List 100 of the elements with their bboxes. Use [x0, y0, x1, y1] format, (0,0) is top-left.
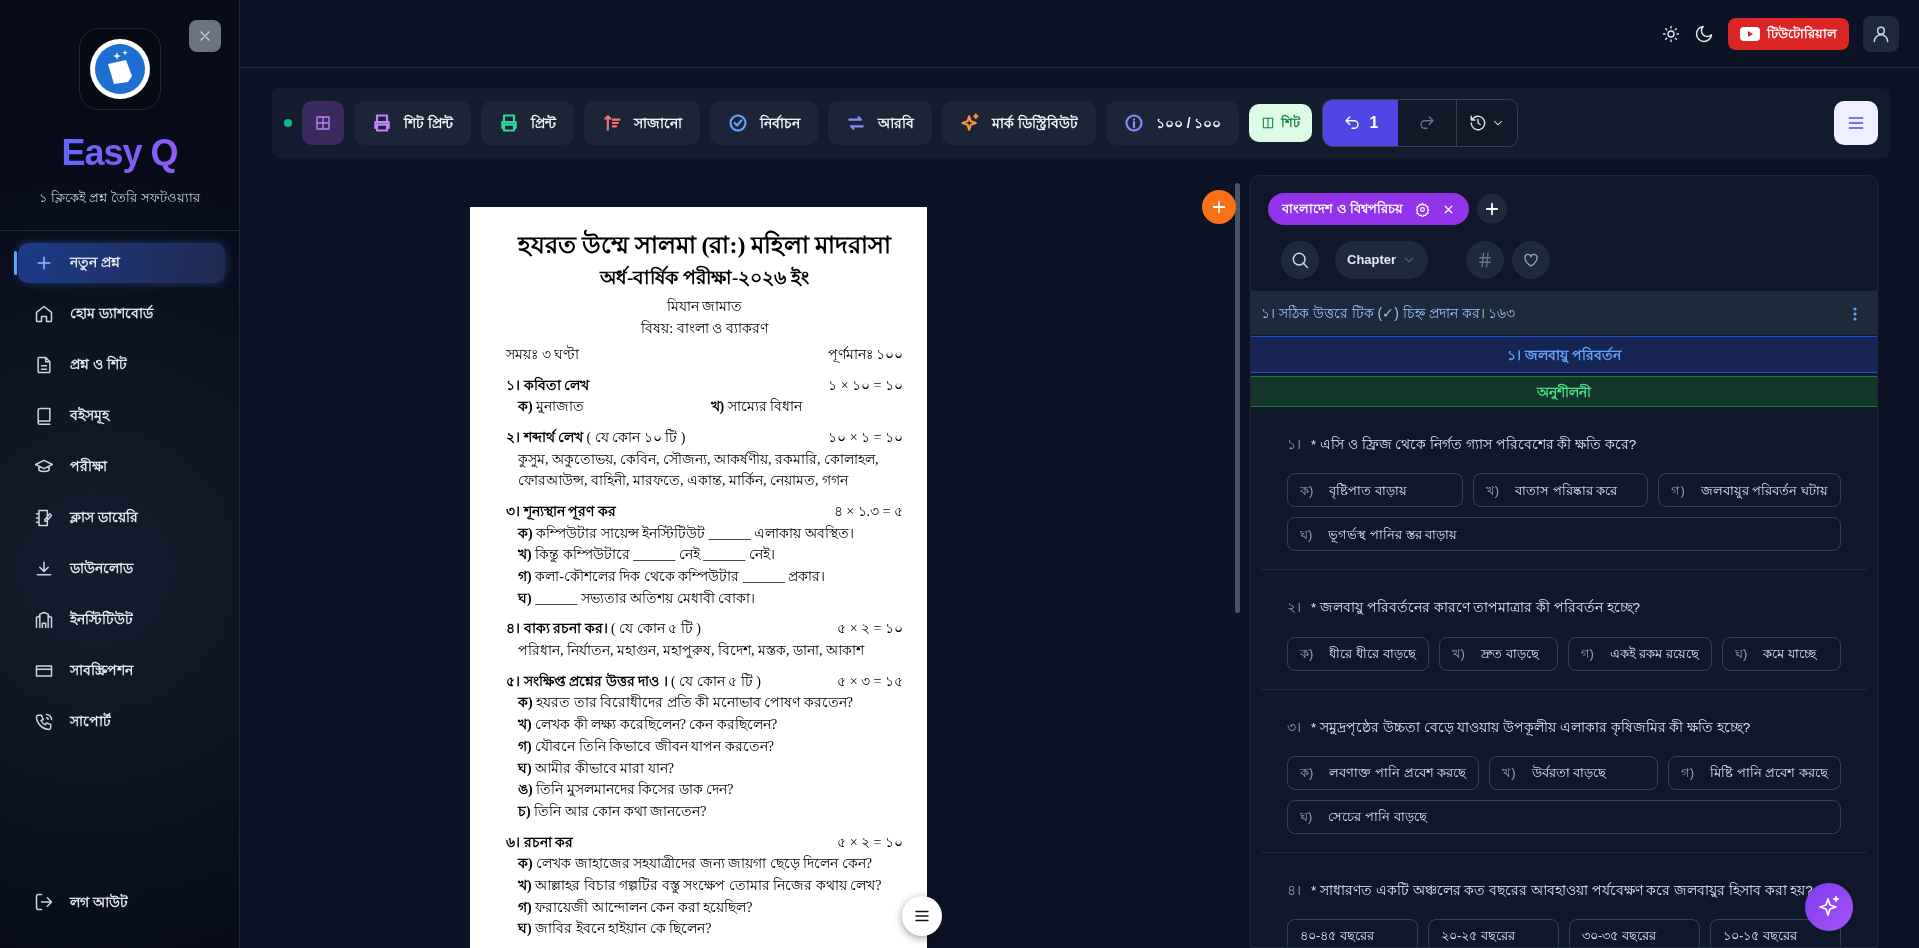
logout-button[interactable]: লগ আউট — [18, 882, 225, 922]
video-play-icon — [1740, 26, 1760, 41]
sidebar-item[interactable]: সাপোর্ট — [18, 701, 225, 742]
toolbar-button[interactable]: আরবি — [827, 101, 932, 145]
answer-option[interactable]: খ) উর্বরতা বাড়ছে — [1489, 755, 1658, 790]
building-icon — [34, 609, 54, 630]
sidebar-item[interactable]: ইনস্টিটিউট — [18, 599, 225, 640]
paper-item: গ) যৌবনে তিনি কিভাবে জীবন যাপন করতেন? — [518, 738, 774, 754]
sidebar-item[interactable]: সাবস্ক্রিপশন — [18, 650, 225, 691]
toolbar-button[interactable]: ১০০ / ১০০ — [1105, 101, 1240, 145]
subject-tab[interactable]: বাংলাদেশ ও বিশ্বপরিচয় — [1268, 193, 1470, 225]
section-heading: ৩। শূন্যস্থান পূরণ কর — [506, 502, 616, 522]
history-button[interactable] — [1456, 100, 1518, 146]
paper-item: ঘ) আমীর কীভাবে মারা যান? — [518, 760, 674, 776]
paper-item: খ) সাম্যের বিধান — [710, 399, 803, 415]
layout-toggle-button[interactable] — [302, 101, 344, 145]
add-button[interactable] — [1202, 190, 1236, 224]
home-icon — [34, 303, 54, 324]
toolbar-button[interactable]: শিট প্রিন্ট — [354, 101, 471, 145]
status-indicator — [284, 119, 292, 127]
word-list: পরিধান, নির্যাতন, মহাগুন, মহাপুরুষ, বিদেশ, মস্তক, ডানা, আকাশ — [506, 640, 903, 662]
toolbar-button[interactable]: সাজানো — [583, 101, 700, 145]
paper-item: ক) মুনাজাত — [518, 399, 585, 415]
subject-name: বিষয়: বাংলা ও ব্যাকরণ — [640, 319, 770, 339]
answer-option[interactable]: ঘ) ভূগর্ভস্থ পানির স্তর বাড়ায় — [1287, 517, 1841, 552]
section-heading: ৫। সংক্ষিপ্ত প্রশ্নের উত্তর দাও । ( যে কোন ৫ টি ) — [506, 671, 761, 691]
grid-icon — [314, 114, 332, 132]
paper-item: খ) আল্লাহর বিচার গল্পটির বস্তু সংক্ষেপ তোমার নিজের কথায় লেখ? — [518, 877, 882, 893]
book-icon — [34, 405, 54, 426]
answer-option[interactable]: গ) মিষ্টি পানি প্রবেশ করছে — [1667, 755, 1841, 790]
paper-item: ঘ) জাবির ইবনে হাইয়ান কে ছিলেন? — [518, 921, 712, 937]
answer-option[interactable]: খ) বাতাস পরিষ্কার করে — [1472, 473, 1649, 508]
answer-option[interactable]: ক) বৃষ্টিপাত বাড়ায় — [1287, 473, 1463, 508]
tagline: ১ ক্লিকেই প্রশ্ন তৈরি সফটওয়্যার — [38, 189, 202, 207]
section-heading: অনুশীলনী — [1251, 376, 1877, 407]
toolbar-button[interactable]: প্রিন্ট — [480, 101, 574, 145]
answer-option[interactable]: ঘ) সেচের পানি বাড়ছে — [1287, 799, 1841, 834]
section-marks: ১ × ১০ = ১০ — [828, 376, 903, 395]
chapter-dropdown[interactable]: Chapter — [1335, 241, 1429, 279]
paper-item: চ) তিনি আর কোন কথা জানতেন? — [518, 803, 707, 819]
redo-icon — [1418, 114, 1437, 132]
menu-button[interactable] — [902, 896, 942, 936]
question-text: * সাধারণত একটি অঞ্চলের কত বছরের আবহাওয়া পর্যবেক্ষণ করে জলবায়ুর হিসাব করা হয়? — [1311, 881, 1813, 900]
answer-option[interactable]: ঘ) কমে যাচ্ছে — [1722, 636, 1841, 671]
section-heading: ৬। রচনা কর — [506, 833, 573, 852]
settings-icon — [1415, 201, 1431, 217]
toolbar-button[interactable]: মার্ক ডিস্ট্রিবিউট — [941, 101, 1096, 145]
sidebar-item[interactable]: ক্লাস ডায়েরি — [18, 497, 225, 538]
paper-item: ক) লেখক জাহাজের সহযাত্রীদের জন্য জায়গা ছেড়ে দিলেন কেন? — [518, 856, 872, 872]
paper-item: ক) কম্পিউটার সায়েন্স ইনস্টিটিউট ______ এলাকায় অবস্থিত। — [518, 525, 854, 541]
sheet-toggle[interactable]: শিট — [1249, 104, 1313, 142]
question-number: ২। — [1287, 599, 1301, 618]
institution-name: হযরত উম্মে সালমা (রা:) মহিলা মাদরাসা — [506, 227, 903, 263]
question-number: ৪। — [1287, 881, 1301, 900]
question-text: * জলবায়ু পরিবর্তনের কারণে তাপমাত্রার কী পরিবর্তন হচ্ছে? — [1311, 598, 1641, 618]
notebook-icon — [34, 507, 54, 528]
sidebar-item[interactable]: ডাউনলোড — [18, 548, 225, 589]
sidebar-item[interactable]: প্রশ্ন ও শিট — [18, 344, 225, 385]
answer-option[interactable]: ২০-২৫ বছরের — [1428, 919, 1559, 947]
chapter-heading: ১। জলবায়ু পরিবর্তন — [1251, 336, 1877, 373]
answer-option[interactable]: গ) একই রকম রয়েছে — [1567, 636, 1713, 671]
add-tab-button[interactable] — [1477, 194, 1508, 224]
sidebar-item[interactable]: বইসমূহ — [18, 395, 225, 436]
paper-item: গ) ফরায়েজী আন্দোলন কেন করা হয়েছিল? — [518, 899, 753, 915]
answer-option[interactable]: ক) ধীরে ধীরে বাড়ছে — [1287, 636, 1429, 671]
question-number: ১। — [1287, 436, 1301, 454]
full-marks: পূর্ণমানঃ ১০০ — [827, 345, 903, 365]
paper-item: ঘ) ______ সভ্যতার অতিশয় মেধাবী বোকা। — [518, 590, 756, 606]
close-button[interactable] — [189, 20, 221, 52]
columns-icon — [1261, 116, 1276, 130]
undo-button[interactable]: 1 — [1323, 100, 1399, 146]
undo-icon — [1343, 114, 1362, 132]
paper-item: ঙ) তিনি মুসলমানদের কিসের ডাক দেন? — [518, 782, 734, 798]
hashtag-button[interactable] — [1466, 241, 1505, 279]
paper-item: খ) কিন্তু কম্পিউটারে ______ নেই ______ নেই। — [518, 547, 775, 563]
answer-option[interactable]: ক) লবণাক্ত পানি প্রবেশ করছে — [1287, 755, 1480, 790]
sidebar-item[interactable]: হোম ড্যাশবোর্ড — [18, 293, 225, 334]
scrollbar[interactable] — [1235, 183, 1240, 613]
plus-icon — [1210, 198, 1228, 216]
heart-icon — [1522, 251, 1541, 269]
search-button[interactable] — [1281, 241, 1319, 279]
question-text: * এসি ও ফ্রিজ থেকে নির্গত গ্যাস পরিবেশের কী ক্ষতি করে? — [1311, 435, 1637, 454]
class-name: মিযান জামাত — [665, 297, 744, 317]
menu-button[interactable] — [1834, 101, 1878, 145]
answer-option[interactable]: গ) জলবায়ুর পরিবর্তন ঘটায় — [1658, 473, 1841, 508]
moon-icon — [1694, 24, 1714, 45]
answer-option[interactable]: ৪০-৪৫ বছরের — [1287, 919, 1418, 947]
answer-option[interactable]: খ) দ্রুত বাড়ছে — [1438, 636, 1558, 671]
user-menu-button[interactable] — [1863, 15, 1899, 52]
document-icon — [34, 354, 54, 375]
tutorial-button[interactable]: টিউটোরিয়াল — [1728, 17, 1849, 50]
paper-item: খ) লেখক কী লক্ষ্য করেছিলেন? কেন করছিলেন? — [518, 717, 778, 733]
section-heading: ৪। বাক্য রচনা কর। ( যে কোন ৫ টি ) — [506, 619, 701, 639]
toolbar-button[interactable]: নির্বাচন — [709, 101, 818, 145]
phone-icon — [34, 711, 54, 732]
favorite-button[interactable] — [1512, 241, 1551, 279]
sidebar-item[interactable]: পরীক্ষা — [18, 446, 225, 487]
answer-option[interactable]: ৩০-৩৫ বছরের — [1569, 919, 1700, 947]
section-heading: ২। শব্দার্থ লেখ ( যে কোন ১০ টি ) — [506, 428, 686, 447]
sun-icon — [1662, 25, 1680, 44]
